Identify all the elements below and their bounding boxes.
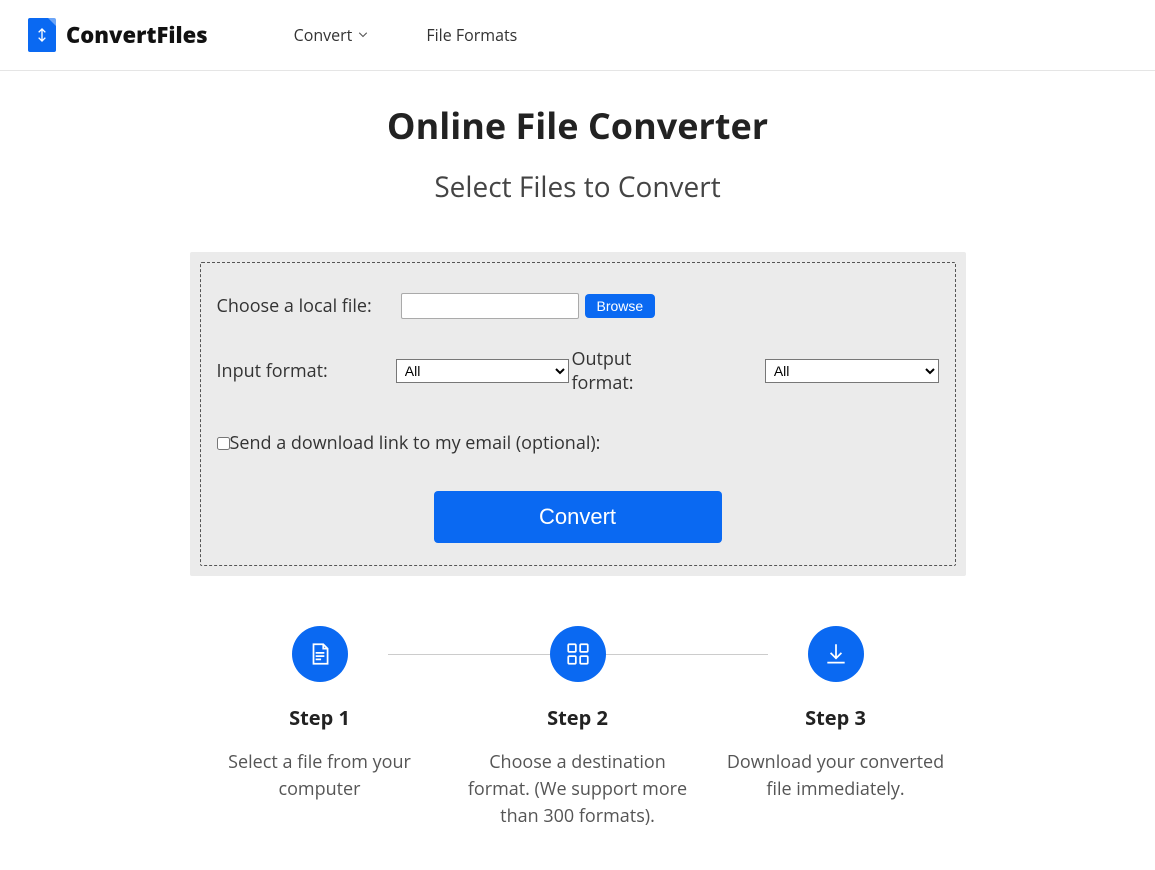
browse-button[interactable]: Browse: [585, 294, 656, 318]
converter-panel-inner: Choose a local file: Browse Input format…: [200, 262, 956, 566]
output-format-select[interactable]: All: [765, 359, 939, 383]
brand-logo[interactable]: ConvertFiles: [28, 18, 208, 52]
input-format-select[interactable]: All: [396, 359, 570, 383]
brand-name: ConvertFiles: [66, 20, 208, 50]
step-2-title: Step 2: [461, 704, 695, 731]
step-3: Step 3 Download your converted file imme…: [707, 626, 965, 803]
row-choose-file: Choose a local file: Browse: [217, 293, 939, 319]
logo-icon: [28, 18, 56, 52]
step-3-desc: Download your converted file immediately…: [719, 749, 953, 803]
row-formats: Input format: All Output format: All: [217, 347, 939, 395]
step-1: Step 1 Select a file from your computer: [191, 626, 449, 803]
page-title: Online File Converter: [98, 101, 1058, 150]
nav-file-formats[interactable]: File Formats: [426, 24, 517, 46]
converter-panel: Choose a local file: Browse Input format…: [190, 252, 966, 576]
steps-row: Step 1 Select a file from your computer …: [98, 626, 1058, 830]
email-checkbox[interactable]: [217, 437, 230, 450]
input-format-label: Input format:: [217, 359, 396, 383]
nav-convert[interactable]: Convert: [294, 24, 369, 46]
step-2-desc: Choose a destination format. (We support…: [461, 749, 695, 830]
convert-button[interactable]: Convert: [434, 491, 722, 543]
email-checkbox-row[interactable]: Send a download link to my email (option…: [217, 431, 939, 455]
nav-file-formats-label: File Formats: [426, 24, 517, 46]
output-format-label: Output format:: [571, 347, 694, 395]
step-2: Step 2 Choose a destination format. (We …: [449, 626, 707, 830]
file-icon: [292, 626, 348, 682]
choose-file-label: Choose a local file:: [217, 294, 401, 318]
nav-convert-label: Convert: [294, 24, 353, 46]
grid-icon: [550, 626, 606, 682]
chevron-down-icon: [358, 32, 368, 38]
step-3-title: Step 3: [719, 704, 953, 731]
page-subtitle: Select Files to Convert: [98, 168, 1058, 206]
site-header: ConvertFiles Convert File Formats: [0, 0, 1155, 71]
step-1-title: Step 1: [203, 704, 437, 731]
main-nav: Convert File Formats: [294, 24, 518, 46]
step-1-desc: Select a file from your computer: [203, 749, 437, 803]
download-icon: [808, 626, 864, 682]
file-path-input[interactable]: [401, 293, 579, 319]
email-checkbox-label: Send a download link to my email (option…: [230, 431, 601, 455]
